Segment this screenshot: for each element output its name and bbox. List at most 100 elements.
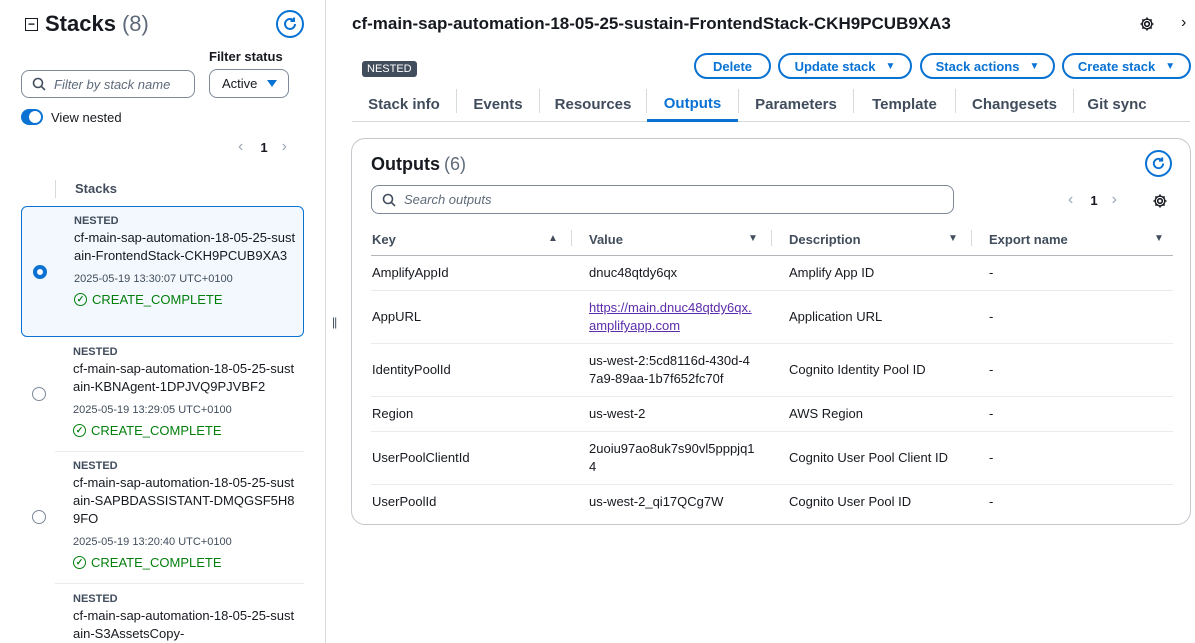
stack-radio[interactable] — [32, 510, 46, 524]
settings-button[interactable] — [1139, 16, 1155, 32]
stacks-panel: − Stacks (8) Filter status Active View n… — [0, 0, 326, 643]
search-icon — [32, 77, 46, 91]
column-header-key[interactable]: Key — [372, 225, 396, 253]
stacks-pagination: ‹ 1 › — [238, 138, 287, 156]
outputs-title-text: Outputs — [371, 154, 440, 174]
create-stack-button[interactable]: Create stack ▼ — [1062, 53, 1191, 79]
table-row: IdentityPoolId us-west-2:5cd8116d-430d-4… — [371, 344, 1173, 397]
sort-icon[interactable]: ▼ — [948, 233, 958, 244]
table-row: UserPoolClientId 2uoiu97ao8uk7s90vl5pppj… — [371, 432, 1173, 485]
stack-item[interactable]: NESTED cf-main-sap-automation-18-05-25-s… — [21, 338, 304, 450]
search-icon — [382, 193, 396, 207]
page-title: cf-main-sap-automation-18-05-25-sustain-… — [352, 14, 951, 33]
delete-button-label: Delete — [712, 58, 753, 74]
cell-description: Cognito User Pool Client ID — [789, 450, 948, 465]
column-header-description[interactable]: Description — [789, 225, 861, 253]
sort-icon[interactable]: ▼ — [1154, 233, 1164, 244]
tab-git-sync[interactable]: Git sync — [1074, 87, 1160, 122]
stack-name: cf-main-sap-automation-18-05-25-sustain-… — [73, 361, 295, 394]
stack-time: 2025-05-19 13:20:40 UTC+0100 — [73, 536, 232, 548]
update-stack-label: Update stack — [794, 58, 876, 74]
nested-tag: NESTED — [73, 346, 118, 358]
stacks-count: (8) — [121, 11, 149, 36]
stack-radio[interactable] — [33, 265, 47, 279]
page-number[interactable]: 1 — [1090, 193, 1097, 208]
table-row: UserPoolId us-west-2_qi17QCg7W Cognito U… — [371, 485, 1173, 520]
stack-status: ✓ CREATE_COMPLETE — [73, 555, 295, 570]
stack-time: 2025-05-19 13:29:05 UTC+0100 — [73, 404, 232, 416]
cell-export-name: - — [989, 362, 994, 377]
refresh-icon — [1151, 156, 1166, 171]
stack-item[interactable]: NESTED cf-main-sap-automation-18-05-25-s… — [21, 452, 304, 583]
stack-status-text: CREATE_COMPLETE — [92, 292, 223, 307]
stack-status-text: CREATE_COMPLETE — [91, 423, 222, 438]
sort-ascending-icon[interactable]: ▲ — [548, 233, 558, 244]
sort-icon[interactable]: ▼ — [748, 233, 758, 244]
prev-page-icon[interactable]: ‹ — [1068, 191, 1073, 209]
caret-down-icon: ▼ — [1029, 60, 1040, 72]
prev-page-icon[interactable]: ‹ — [238, 138, 243, 156]
cell-export-name: - — [989, 309, 994, 324]
nested-tag: NESTED — [73, 460, 118, 472]
cell-export-name: - — [989, 265, 994, 280]
caret-down-icon — [267, 79, 277, 88]
outputs-container: Outputs(6) ‹ 1 › Key ▲ Value ▼ Descripti… — [351, 138, 1191, 525]
column-header-export-name[interactable]: Export name — [989, 225, 1068, 253]
cell-description: Amplify App ID — [789, 265, 875, 280]
refresh-icon — [282, 16, 298, 32]
view-nested-row: View nested — [21, 109, 122, 125]
cell-key: Region — [372, 406, 414, 421]
tab-outputs[interactable]: Outputs — [647, 87, 738, 122]
refresh-outputs-button[interactable] — [1145, 150, 1172, 177]
stack-time: 2025-05-19 13:30:07 UTC+0100 — [74, 273, 233, 285]
page-number[interactable]: 1 — [260, 140, 267, 155]
column-separator[interactable] — [771, 230, 772, 246]
chevron-right-icon[interactable]: › — [1181, 14, 1186, 32]
next-page-icon[interactable]: › — [1112, 191, 1117, 209]
update-stack-button[interactable]: Update stack ▼ — [778, 53, 912, 79]
search-outputs-input[interactable] — [371, 185, 954, 214]
collapse-icon[interactable]: − — [25, 17, 38, 31]
table-row: AmplifyAppId dnuc48qtdy6qx Amplify App I… — [371, 256, 1173, 291]
stack-actions-label: Stack actions — [935, 58, 1020, 74]
panel-resize-handle[interactable]: || — [332, 315, 337, 329]
stack-name: cf-main-sap-automation-18-05-25-sustain-… — [73, 475, 295, 526]
next-page-icon[interactable]: › — [282, 138, 287, 156]
check-circle-icon: ✓ — [73, 556, 86, 569]
create-stack-label: Create stack — [1077, 58, 1156, 74]
gear-icon — [1152, 193, 1168, 209]
refresh-stacks-button[interactable] — [276, 10, 304, 38]
cell-value: dnuc48qtdy6qx — [589, 265, 678, 280]
tab-changesets[interactable]: Changesets — [956, 87, 1073, 122]
filter-status-select[interactable]: Active — [209, 69, 289, 98]
app-url-link[interactable]: https://main.dnuc48qtdy6qx.amplifyapp.co… — [589, 299, 755, 335]
stack-actions-button[interactable]: Stack actions ▼ — [920, 53, 1055, 79]
stack-item[interactable]: NESTED cf-main-sap-automation-18-05-25-s… — [21, 585, 304, 643]
stack-name: cf-main-sap-automation-18-05-25-sustain-… — [74, 230, 296, 263]
check-circle-icon: ✓ — [73, 424, 86, 437]
tab-resources[interactable]: Resources — [540, 87, 646, 122]
stack-radio[interactable] — [32, 387, 46, 401]
caret-down-icon: ▼ — [885, 60, 896, 72]
tab-parameters[interactable]: Parameters — [739, 87, 853, 122]
cell-value: us-west-2:5cd8116d-430d-47a9-89aa-1b7f65… — [589, 353, 750, 386]
tab-events[interactable]: Events — [457, 87, 539, 122]
view-nested-toggle[interactable] — [21, 109, 43, 125]
cell-key: UserPoolId — [372, 494, 437, 509]
outputs-pagination: ‹ 1 › — [1068, 191, 1117, 209]
stack-item[interactable]: NESTED cf-main-sap-automation-18-05-25-s… — [21, 206, 304, 337]
tab-stack-info[interactable]: Stack info — [352, 87, 456, 122]
stack-filter-field[interactable] — [54, 76, 184, 92]
column-separator[interactable] — [971, 230, 972, 246]
delete-button[interactable]: Delete — [694, 53, 771, 79]
column-header-value[interactable]: Value — [589, 225, 623, 253]
cell-export-name: - — [989, 494, 994, 509]
stack-filter-input[interactable] — [21, 70, 195, 98]
column-separator[interactable] — [571, 230, 572, 246]
tab-template[interactable]: Template — [854, 87, 955, 122]
table-settings-button[interactable] — [1152, 193, 1168, 209]
search-outputs-field[interactable] — [404, 192, 924, 207]
stacks-panel-title: − Stacks (8) — [25, 11, 149, 37]
outputs-title: Outputs (6) — [371, 154, 466, 175]
cell-description: AWS Region — [789, 406, 863, 421]
